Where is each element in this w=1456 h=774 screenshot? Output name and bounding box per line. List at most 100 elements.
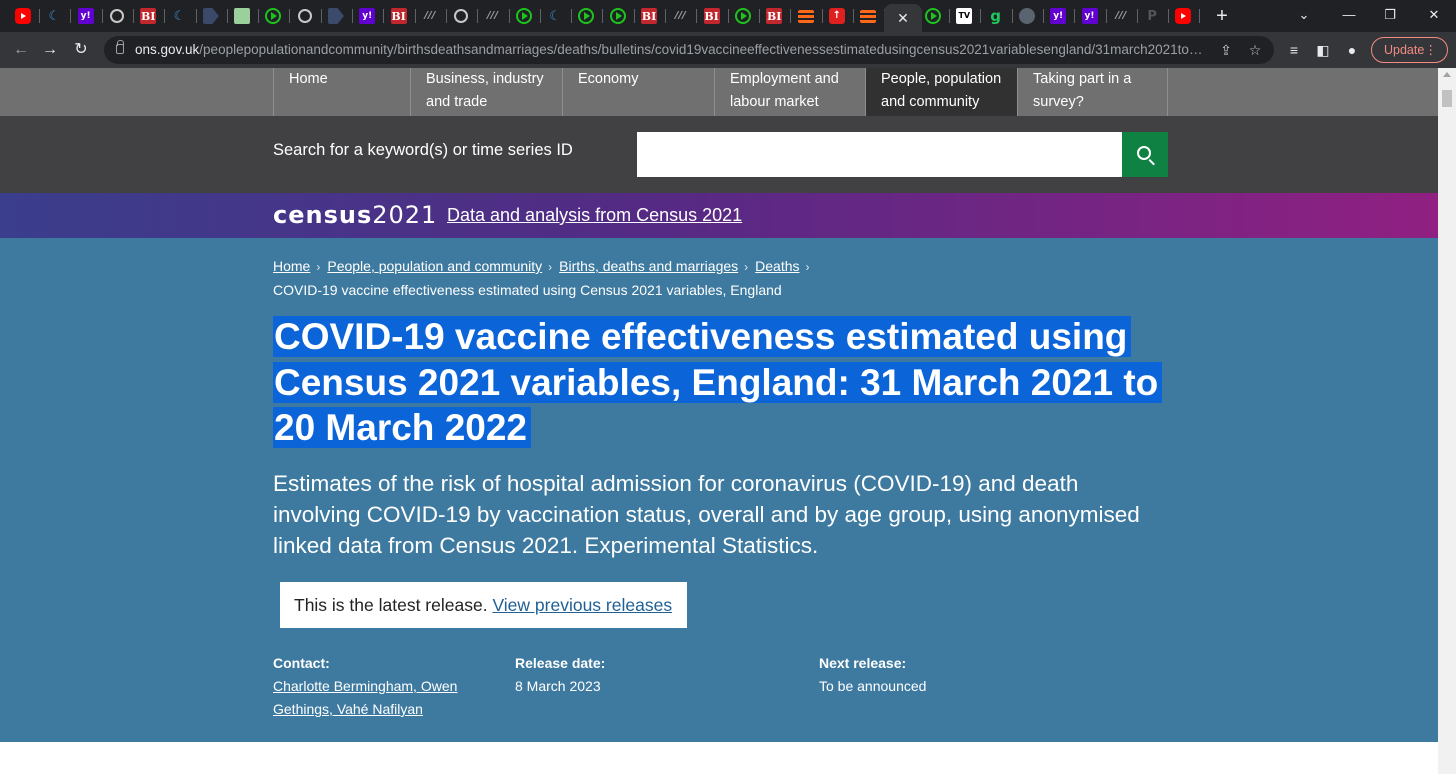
breadcrumb: Home › People, population and community › Bi… — [273, 258, 1173, 274]
minimize-icon[interactable]: — — [1337, 4, 1361, 26]
active-tab[interactable]: ✕ — [884, 4, 922, 32]
more-menu-icon[interactable]: ⋮ — [1425, 38, 1438, 62]
g-icon: g — [990, 6, 1001, 25]
youtube-icon — [15, 8, 31, 24]
browser-tab[interactable]: /// — [670, 5, 690, 27]
breadcrumb-link[interactable]: Home — [273, 258, 310, 274]
breadcrumb-link[interactable]: People, population and community — [327, 258, 542, 274]
update-button[interactable]: Update ⋮ — [1371, 37, 1448, 63]
back-icon[interactable]: ← — [9, 38, 33, 62]
browser-tab[interactable]: BI — [389, 5, 409, 27]
media-controls-icon[interactable]: ≡ — [1283, 39, 1305, 61]
reload-icon[interactable]: ↻ — [69, 38, 93, 62]
browser-tab[interactable] — [295, 5, 315, 27]
tab-separator — [665, 9, 666, 23]
browser-tab[interactable] — [576, 5, 596, 27]
arrow-icon — [328, 8, 344, 24]
browser-tab[interactable]: BI — [138, 5, 158, 27]
browser-tab[interactable]: TV — [954, 5, 974, 27]
browser-tab[interactable]: ☾ — [170, 5, 190, 27]
square-icon — [234, 8, 251, 24]
browser-tab[interactable]: y! — [1048, 5, 1068, 27]
nav-item[interactable]: Taking part in a survey? — [1017, 68, 1168, 116]
browser-tab[interactable] — [733, 5, 753, 27]
share-icon[interactable]: ⇪ — [1216, 40, 1236, 60]
business-insider-icon: BI — [140, 8, 157, 24]
nav-item[interactable]: Employment and labour market — [714, 68, 865, 116]
census-2021-logo[interactable]: census2021 — [273, 201, 437, 229]
browser-tab[interactable]: y! — [76, 5, 96, 27]
browser-tab[interactable] — [514, 5, 534, 27]
restore-icon[interactable]: ❐ — [1378, 4, 1402, 26]
browser-tab[interactable]: P — [1142, 5, 1162, 27]
browser-tab[interactable]: /// — [1111, 5, 1131, 27]
profile-icon[interactable]: ● — [1341, 39, 1363, 61]
page-scrollbar[interactable] — [1438, 68, 1456, 774]
url-text[interactable]: ons.gov.uk/peoplepopulationandcommunity/… — [135, 42, 1205, 57]
tab-separator — [414, 9, 416, 23]
side-panel-icon[interactable]: ◧ — [1312, 39, 1334, 61]
tab-separator — [1199, 9, 1201, 23]
browser-tab[interactable]: y! — [357, 5, 377, 27]
browser-tab[interactable]: ☾ — [44, 5, 64, 27]
browser-tab[interactable]: y! — [1080, 5, 1100, 27]
close-window-icon[interactable]: ✕ — [1422, 4, 1446, 26]
next-release-block: Next release: To be announced — [819, 652, 926, 698]
browser-tab[interactable] — [107, 5, 127, 27]
browser-tab[interactable] — [1017, 5, 1037, 27]
lock-icon[interactable] — [116, 40, 124, 54]
scroll-thumb[interactable] — [1442, 90, 1452, 107]
address-bar[interactable]: ons.gov.uk/peoplepopulationandcommunity/… — [104, 36, 1274, 64]
release-date-label: Release date: — [515, 655, 606, 671]
substack-icon — [860, 9, 877, 23]
browser-tab[interactable]: /// — [483, 5, 503, 27]
browser-tab[interactable]: /// — [420, 5, 440, 27]
forward-icon[interactable]: → — [38, 38, 62, 62]
search-input[interactable] — [637, 132, 1122, 177]
yahoo-icon: y! — [77, 8, 94, 24]
browser-tab[interactable] — [263, 5, 283, 27]
breadcrumb-link[interactable]: Births, deaths and marriages — [559, 258, 738, 274]
italic-lines-icon: /// — [1115, 10, 1127, 21]
census-data-link[interactable]: Data and analysis from Census 2021 — [447, 205, 742, 226]
search-button[interactable] — [1122, 132, 1168, 177]
nav-item[interactable]: Economy — [562, 68, 714, 116]
browser-tab[interactable]: BI — [702, 5, 722, 27]
browser-tab[interactable]: g — [986, 5, 1006, 27]
browser-tab[interactable] — [923, 5, 943, 27]
new-tab-button[interactable]: + — [1212, 5, 1232, 27]
browser-tab[interactable] — [858, 5, 878, 27]
browser-tab[interactable]: BI — [764, 5, 784, 27]
tab-separator — [821, 9, 823, 23]
census-banner: census2021 Data and analysis from Census… — [0, 193, 1438, 238]
chevron-right-icon: › — [744, 260, 749, 274]
breadcrumb-link[interactable]: Deaths — [755, 258, 799, 274]
browser-tab[interactable] — [451, 5, 471, 27]
bookmark-star-icon[interactable]: ☆ — [1245, 40, 1265, 60]
contact-link[interactable]: Charlotte Bermingham, Owen Gethings, Vah… — [273, 678, 457, 717]
scroll-up-arrow-icon[interactable] — [1443, 72, 1451, 77]
shield-icon: ☾ — [173, 8, 186, 24]
browser-tab[interactable] — [608, 5, 628, 27]
release-date-value: 8 March 2023 — [515, 678, 601, 694]
browser-tab[interactable] — [13, 5, 33, 27]
browser-tab[interactable] — [1173, 5, 1193, 27]
browser-tab[interactable]: ☾ — [545, 5, 565, 27]
tab-separator — [164, 9, 166, 23]
tab-search-icon[interactable]: ⌄ — [1292, 4, 1316, 26]
browser-tab[interactable] — [201, 5, 221, 27]
browser-tab[interactable]: BI — [639, 5, 659, 27]
browser-tab[interactable] — [232, 5, 252, 27]
nav-item[interactable]: Home — [273, 68, 410, 116]
close-tab-icon[interactable]: ✕ — [897, 10, 909, 27]
nav-item[interactable]: Business, industry and trade — [410, 68, 562, 116]
nav-item[interactable]: People, population and community — [865, 68, 1017, 116]
tab-separator — [1011, 9, 1013, 23]
browser-tab[interactable] — [796, 5, 816, 27]
browser-tab[interactable]: ↑ — [827, 5, 847, 27]
next-release-label: Next release: — [819, 655, 907, 671]
tab-separator — [70, 9, 72, 23]
browser-tab[interactable] — [326, 5, 346, 27]
primary-navigation: Home Business, industry and trade Economy E… — [0, 68, 1438, 116]
view-previous-releases-link[interactable]: View previous releases — [492, 595, 672, 615]
